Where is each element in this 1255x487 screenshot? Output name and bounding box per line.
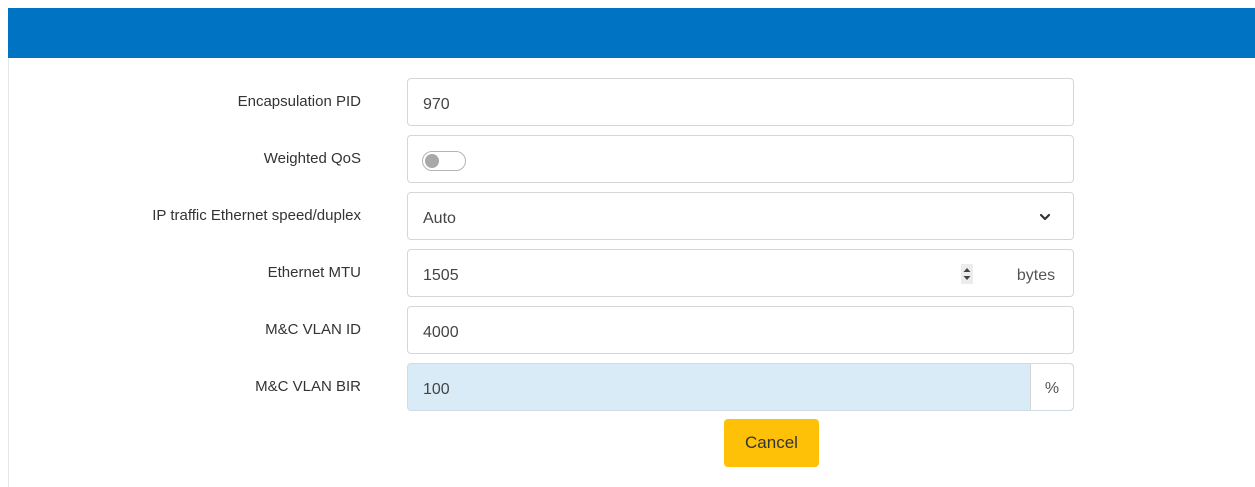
encapsulation-pid-input[interactable]: 970 [407, 78, 1074, 126]
mc-vlan-bir-input[interactable]: 100 % [407, 363, 1074, 411]
top-strip [0, 0, 1255, 8]
weighted-qos-label: Weighted QoS [263, 150, 361, 167]
row-ethernet-mtu: Ethernet MTU 1505 bytes [9, 249, 1255, 297]
mtu-unit-addon: bytes [1016, 267, 1056, 284]
weighted-qos-field [407, 135, 1074, 183]
spinner-updown-icon[interactable] [961, 264, 973, 284]
ethernet-speed-label: IP traffic Ethernet speed/duplex [152, 207, 361, 224]
row-encapsulation-pid: Encapsulation PID 970 [9, 78, 1255, 126]
encapsulation-pid-label: Encapsulation PID [237, 93, 361, 110]
mc-vlan-id-value: 4000 [423, 324, 459, 341]
mc-vlan-bir-label: M&C VLAN BIR [255, 378, 361, 395]
mc-vlan-bir-value: 100 [423, 381, 450, 398]
ethernet-mtu-label: Ethernet MTU [267, 264, 361, 281]
encapsulation-pid-value: 970 [423, 96, 450, 113]
row-mc-vlan-id: M&C VLAN ID 4000 [9, 306, 1255, 354]
bir-unit-addon: % [1030, 364, 1073, 410]
row-mc-vlan-bir: M&C VLAN BIR 100 % [9, 363, 1255, 411]
settings-panel: Encapsulation PID 970 Weighted QoS IP tr… [8, 58, 1255, 487]
row-ethernet-speed: IP traffic Ethernet speed/duplex Auto [9, 192, 1255, 240]
mc-vlan-id-input[interactable]: 4000 [407, 306, 1074, 354]
header-bar [8, 8, 1255, 58]
chevron-down-icon [1039, 213, 1051, 221]
ethernet-mtu-input[interactable]: 1505 bytes [407, 249, 1074, 297]
toggle-knob [425, 154, 439, 168]
ethernet-speed-value: Auto [423, 210, 456, 227]
ethernet-speed-select[interactable]: Auto [407, 192, 1074, 240]
weighted-qos-toggle[interactable] [422, 151, 466, 171]
cancel-button[interactable]: Cancel [724, 419, 819, 467]
row-weighted-qos: Weighted QoS [9, 135, 1255, 183]
ethernet-mtu-value: 1505 [423, 267, 459, 284]
mc-vlan-id-label: M&C VLAN ID [265, 321, 361, 338]
